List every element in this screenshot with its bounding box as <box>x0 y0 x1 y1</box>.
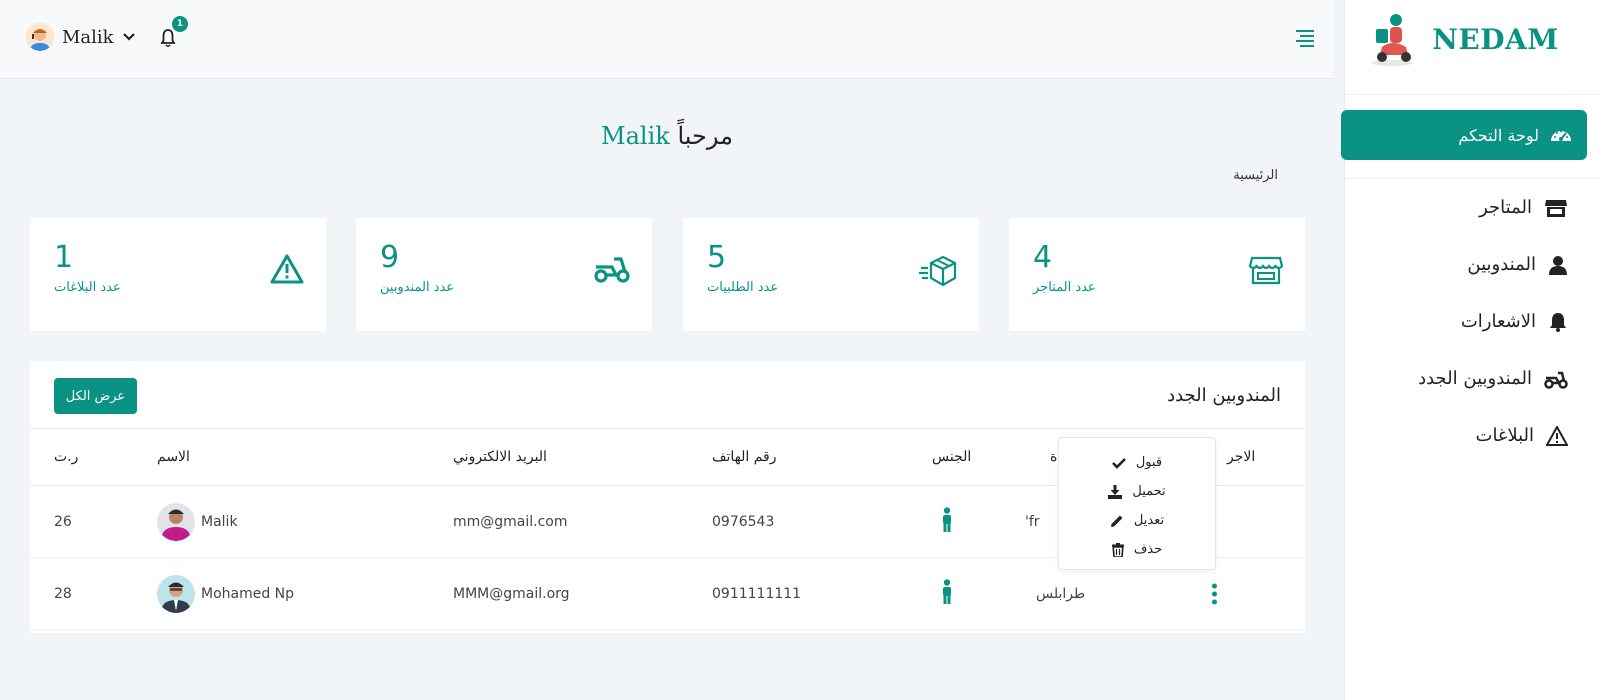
scooter-icon <box>594 257 630 283</box>
table-header-bar: المندوبين الجدد عرض الكل <box>30 361 1305 429</box>
male-person-icon <box>943 578 951 604</box>
sidebar-item-stores[interactable]: المتاجر <box>1344 179 1600 236</box>
cell-name: Malik <box>157 502 238 541</box>
kebab-menu-icon <box>1212 583 1217 604</box>
avatar <box>157 502 195 541</box>
delete-menu-item[interactable]: حذف <box>1059 535 1215 564</box>
welcome-name: Malik <box>601 122 670 150</box>
store-icon <box>1545 199 1567 217</box>
cell-email: mm@gmail.com <box>453 513 568 530</box>
delivery-rider-logo-icon <box>1372 14 1413 66</box>
download-icon <box>1108 484 1123 499</box>
page-title: Malik مرحباً <box>0 122 1334 150</box>
col-header-phone[interactable]: رقم الهاتف <box>712 449 776 465</box>
sidebar-item-label: المتاجر <box>1479 197 1532 218</box>
store-icon <box>1249 256 1283 285</box>
stat-card-orders[interactable]: 5 عدد الطلبيات <box>683 218 979 331</box>
edit-menu-item[interactable]: تعديل <box>1059 506 1215 535</box>
stat-card-delegates[interactable]: 9 عدد المندوبين <box>356 218 652 331</box>
pencil-icon <box>1110 515 1123 527</box>
notification-badge: 1 <box>172 16 188 32</box>
cell-num: 26 <box>54 513 72 530</box>
accept-menu-item[interactable]: قبول <box>1059 448 1215 477</box>
cell-gender <box>941 578 953 609</box>
cell-email: MMM@gmail.org <box>453 585 570 602</box>
male-person-icon <box>943 506 951 532</box>
user-name: Malik <box>62 26 114 48</box>
stat-value: 9 <box>380 240 400 275</box>
check-icon <box>1111 457 1126 469</box>
stat-card-reports[interactable]: 1 عدد البلاغات <box>30 218 326 331</box>
stat-label: عدد المتاجر <box>1033 280 1096 295</box>
sidebar-item-label: المندوبين <box>1467 254 1536 275</box>
cell-city: طرابلس <box>1036 585 1086 602</box>
sidebar-nav: المتاجر المندوبين الاشعارات المندوبين ال… <box>1344 178 1600 464</box>
trash-icon <box>1111 542 1124 557</box>
stat-label: عدد الطلبيات <box>707 280 779 295</box>
row-name: Mohamed Np <box>201 585 295 602</box>
stat-label: عدد البلاغات <box>54 280 121 295</box>
col-header-email[interactable]: البريد الالكتروني <box>453 449 547 465</box>
chevron-down-icon <box>122 33 135 41</box>
sidebar-item-label: البلاغات <box>1475 425 1535 446</box>
fast-box-icon <box>919 255 957 287</box>
sidebar-item-label: الاشعارات <box>1460 311 1536 332</box>
stat-label: عدد المندوبين <box>380 280 455 295</box>
user-icon <box>1549 255 1567 275</box>
topbar: Malik 1 <box>0 0 1334 79</box>
col-header-name[interactable]: الاسم <box>157 449 190 465</box>
row-actions-button[interactable] <box>1212 583 1217 604</box>
sidebar-item-new-delegates[interactable]: المندوبين الجدد <box>1344 350 1600 407</box>
scooter-icon <box>1544 371 1568 389</box>
sidebar-item-reports[interactable]: البلاغات <box>1344 407 1600 464</box>
bell-icon <box>1550 312 1566 332</box>
cell-phone: 0911111111 <box>712 585 802 602</box>
notification-bell-icon[interactable] <box>160 28 176 48</box>
col-header-gender[interactable]: الجنس <box>932 449 971 465</box>
menu-item-label: حذف <box>1133 542 1163 557</box>
user-menu[interactable]: Malik <box>26 23 136 51</box>
sidebar-item-dashboard[interactable]: لوحة التحكم <box>1341 110 1587 160</box>
stat-card-stores[interactable]: 4 عدد المتاجر <box>1009 218 1305 331</box>
stat-value: 5 <box>707 240 727 275</box>
download-menu-item[interactable]: تحميل <box>1059 477 1215 506</box>
avatar <box>26 23 54 51</box>
stat-value: 4 <box>1033 240 1053 275</box>
cell-phone: 0976543 <box>712 513 775 530</box>
menu-item-label: قبول <box>1135 455 1163 470</box>
col-header-city[interactable]: ة <box>1050 449 1057 465</box>
warning-icon <box>1546 425 1568 446</box>
row-actions-dropdown: قبول تحميل تعديل حذف <box>1058 437 1216 570</box>
sidebar-item-label: المندوبين الجدد <box>1418 368 1532 389</box>
cell-num: 28 <box>54 585 72 602</box>
menu-toggle-icon[interactable] <box>1294 28 1316 48</box>
speedometer-icon <box>1551 130 1571 141</box>
avatar <box>157 574 195 613</box>
cell-gender <box>941 506 953 537</box>
welcome-greeting: مرحباً <box>677 122 733 150</box>
brand-name: NEDAM <box>1432 22 1559 56</box>
logo[interactable]: NEDAM <box>1345 0 1600 78</box>
breadcrumb[interactable]: الرئيسية <box>1233 168 1278 183</box>
menu-item-label: تعديل <box>1133 513 1165 528</box>
cell-name: Mohamed Np <box>157 574 295 613</box>
view-all-button[interactable]: عرض الكل <box>54 378 137 414</box>
sidebar-item-label: لوحة التحكم <box>1458 125 1539 145</box>
menu-item-label: تحميل <box>1132 484 1166 499</box>
row-name: Malik <box>201 513 238 530</box>
col-header-num[interactable]: ر.ت <box>54 449 78 465</box>
sidebar-item-notifications[interactable]: الاشعارات <box>1344 293 1600 350</box>
warning-icon <box>270 254 304 284</box>
stat-value: 1 <box>54 240 74 275</box>
col-header-actions[interactable]: الاجر <box>1227 449 1255 465</box>
sidebar-item-delegates[interactable]: المندوبين <box>1344 236 1600 293</box>
table-title: المندوبين الجدد <box>1167 385 1281 406</box>
cell-city: 'fr <box>1025 513 1040 530</box>
